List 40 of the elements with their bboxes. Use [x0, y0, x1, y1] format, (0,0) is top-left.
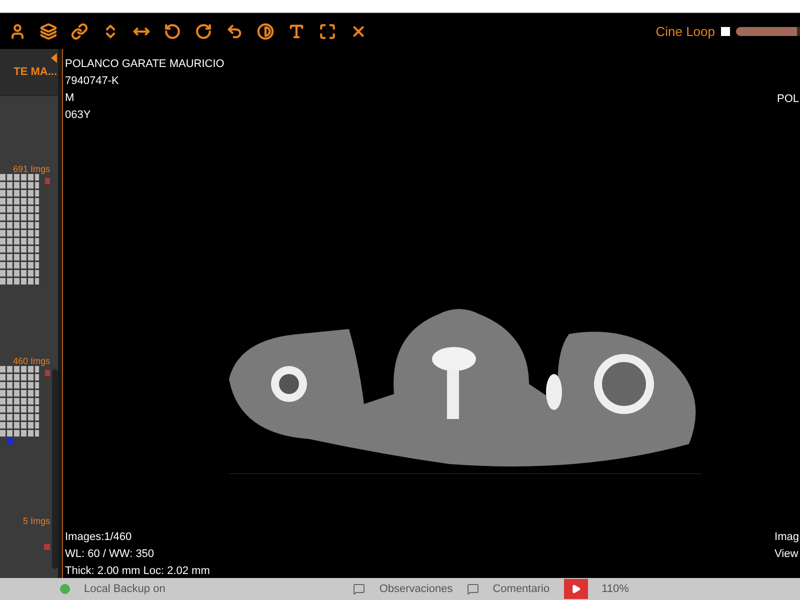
- image-count: 460 Imgs: [12, 356, 50, 366]
- undo-icon: [226, 22, 243, 40]
- series-marker: [45, 178, 50, 184]
- image-info-text: Imag: [774, 530, 799, 544]
- cine-loop-checkbox[interactable]: [721, 26, 730, 36]
- comment-icon: [353, 583, 366, 595]
- person-icon: [9, 22, 26, 40]
- image-count: 691 Imgs: [12, 164, 50, 174]
- play-button[interactable]: [564, 579, 588, 599]
- image-info-text: View: [774, 547, 799, 561]
- status-dot-icon: [60, 584, 70, 594]
- contrast-icon: [257, 22, 274, 40]
- series-marker: [44, 544, 50, 550]
- rotate-left-icon: [164, 22, 181, 40]
- image-info-text: WL: 60 / WW: 350: [65, 547, 156, 561]
- cine-loop-label: Cine Loop: [656, 24, 715, 38]
- image-info-text: Images:1/460: [65, 530, 133, 544]
- expand-icon: [319, 22, 336, 40]
- patient-info-text: 063Y: [65, 108, 92, 122]
- series-marker: [45, 370, 50, 376]
- scrollbar[interactable]: [52, 369, 58, 569]
- patient-info-text: M: [65, 91, 76, 105]
- status-link[interactable]: Comentario: [492, 583, 550, 595]
- patient-info-text: 7940747-K: [65, 74, 120, 88]
- comment-icon: [466, 583, 479, 595]
- backup-status-text: Local Backup on: [84, 583, 166, 595]
- patient-info-text: POL: [776, 92, 799, 106]
- thumbnail-grid-drawing[interactable]: [0, 366, 40, 446]
- image-info-text: Thick: 2.00 mm Loc: 2.02 mm: [65, 564, 210, 578]
- play-icon: [570, 584, 581, 594]
- rotate-right-icon: [195, 22, 212, 40]
- thumbnail-grid-drawing[interactable]: [0, 174, 40, 286]
- status-link[interactable]: Observaciones: [379, 583, 453, 595]
- image-count: 5 Imgs: [22, 516, 50, 526]
- text-icon: [288, 22, 305, 40]
- zoom-level: 110%: [602, 583, 629, 595]
- layers-icon: [40, 22, 57, 40]
- patient-name-title: TE MA...: [14, 66, 57, 78]
- patient-info-text: POLANCO GARATE MAURICIO: [65, 57, 224, 71]
- link-icon: [71, 22, 88, 40]
